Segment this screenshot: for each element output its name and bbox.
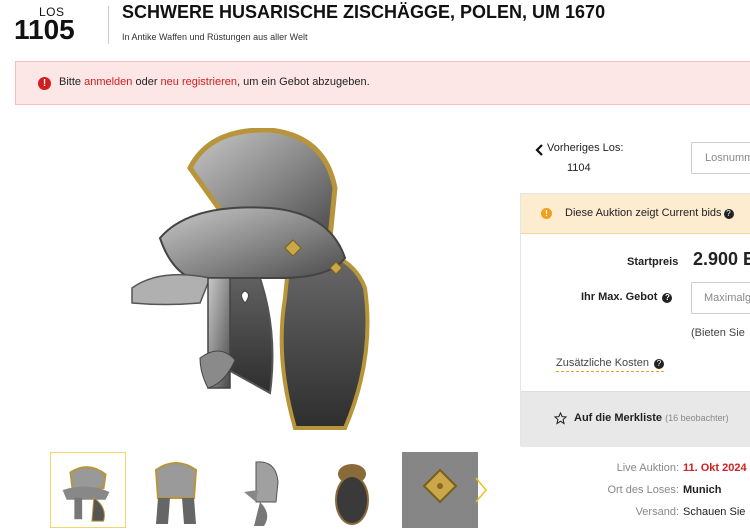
- chevron-left-icon: [535, 144, 543, 156]
- current-bids-text: Diese Auktion zeigt Current bids?: [565, 207, 734, 219]
- page-title: SCHWERE HUSARISCHE ZISCHÄGGE, POLEN, UM …: [122, 2, 606, 22]
- thumbnail-2[interactable]: [138, 452, 214, 528]
- watchlist-label: Auf die Merkliste (16 beobachter): [574, 412, 729, 424]
- header-divider: [108, 6, 109, 44]
- max-bid-input[interactable]: Maximalgebot: [691, 282, 750, 314]
- thumbnail-strip: [50, 452, 500, 530]
- login-alert: ! Bitte anmelden oder neu registrieren, …: [15, 61, 750, 105]
- prev-lot-number: 1104: [567, 162, 591, 174]
- watcher-count: (16 beobachter): [665, 413, 729, 423]
- bidding-panel: ! Diese Auktion zeigt Current bids? Star…: [520, 193, 750, 447]
- live-auction-date: 11. Okt 2024: [683, 462, 747, 474]
- extra-costs-link[interactable]: Zusätzliche Kosten ?: [556, 357, 664, 372]
- lot-number-input[interactable]: Losnummer: [691, 142, 750, 174]
- lot-number: 1105: [14, 14, 75, 45]
- thumbnail-4[interactable]: [314, 452, 390, 528]
- thumbnail-1[interactable]: [50, 452, 126, 528]
- maxbid-label-text: Ihr Max. Gebot: [581, 291, 658, 303]
- info-icon[interactable]: ?: [654, 359, 664, 369]
- detail-location: Ort des Loses: Munich: [520, 484, 722, 496]
- error-icon: !: [38, 77, 51, 90]
- star-icon: [554, 412, 567, 425]
- register-link[interactable]: neu registrieren: [161, 76, 237, 88]
- main-lot-image[interactable]: [130, 128, 420, 443]
- info-icon[interactable]: ?: [662, 293, 673, 303]
- bid-hint: (Bieten Sie: [691, 327, 745, 339]
- chevron-right-icon[interactable]: [474, 476, 488, 504]
- add-to-watchlist-button[interactable]: Auf die Merkliste (16 beobachter): [521, 391, 750, 447]
- startpreis-label: Startpreis: [627, 256, 679, 268]
- startpreis-value: 2.900 EUR: [693, 249, 750, 269]
- info-icon[interactable]: ?: [723, 209, 734, 219]
- live-auction-label: Live Auktion:: [616, 462, 679, 474]
- alert-middle: oder: [132, 76, 161, 88]
- prev-lot-label: Vorheriges Los:: [547, 142, 624, 154]
- alert-prefix: Bitte: [59, 76, 85, 88]
- shipping-label: Versand:: [635, 506, 679, 518]
- current-bids-notice: ! Diese Auktion zeigt Current bids?: [521, 194, 750, 234]
- thumbnail-5[interactable]: [402, 452, 478, 528]
- thumbnail-3[interactable]: [226, 452, 302, 528]
- alert-text: Bitte anmelden oder neu registrieren, um…: [59, 76, 370, 88]
- detail-live-auction: Live Auktion: 11. Okt 2024: [520, 462, 747, 474]
- lot-header: LOS 1105 SCHWERE HUSARISCHE ZISCHÄGGE, P…: [0, 0, 750, 50]
- warning-icon: !: [541, 208, 552, 219]
- detail-shipping: Versand: Schauen Sie: [520, 506, 746, 518]
- login-link[interactable]: anmelden: [84, 76, 132, 88]
- lot-category: In Antike Waffen und Rüstungen aus aller…: [122, 32, 308, 42]
- alert-suffix: , um ein Gebot abzugeben.: [236, 76, 370, 88]
- current-bids-label: Diese Auktion zeigt Current bids: [565, 207, 722, 219]
- shipping-value: Schauen Sie: [683, 506, 746, 518]
- watchlist-label-text: Auf die Merkliste: [574, 412, 663, 424]
- extra-costs-label: Zusätzliche Kosten: [556, 357, 649, 369]
- maxbid-label: Ihr Max. Gebot ?: [581, 291, 673, 303]
- location-label: Ort des Loses:: [607, 484, 679, 496]
- location-value: Munich: [683, 484, 722, 496]
